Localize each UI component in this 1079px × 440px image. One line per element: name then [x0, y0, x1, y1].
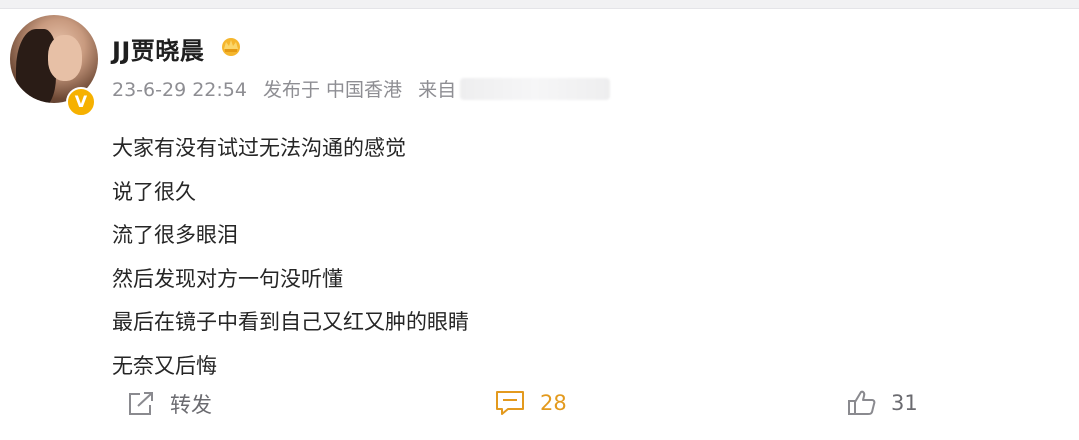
verified-v-icon: V [66, 87, 96, 117]
post-author-name[interactable]: JJ贾晓晨 [112, 31, 204, 66]
crown-icon [222, 38, 240, 56]
like-count: 31 [891, 391, 918, 415]
post-source-prefix: 来自 [418, 79, 457, 101]
blurred-source [460, 78, 611, 100]
post-line: 说了很久 [112, 179, 196, 204]
post-line: 然后发现对方一句没听懂 [112, 266, 343, 291]
comment-icon [496, 391, 524, 415]
post-content: 大家有没有试过无法沟通的感觉 说了很久 流了很多眼泪 然后发现对方一句没听懂 最… [112, 127, 469, 388]
post-location: 发布于 中国香港 [263, 79, 403, 101]
comment-button[interactable]: 28 [494, 389, 567, 417]
share-icon [129, 392, 153, 415]
comment-count: 28 [540, 391, 567, 415]
post-line: 无奈又后悔 [112, 353, 217, 378]
post-timestamp[interactable]: 23-6-29 22:54 [112, 79, 247, 101]
weibo-post-card: V JJ贾晓晨 23-6-29 22:54 发布于 中国香港 来自 大家有没有试… [0, 8, 1079, 440]
post-line: 最后在镜子中看到自己又红又肿的眼睛 [112, 310, 469, 334]
like-button[interactable]: 31 [847, 389, 918, 417]
avatar-face [48, 35, 82, 81]
repost-label: 转发 [170, 393, 212, 417]
post-line: 流了很多眼泪 [112, 223, 238, 247]
post-meta: 23-6-29 22:54 发布于 中国香港 来自 [112, 75, 620, 102]
thumbs-up-icon [848, 390, 876, 415]
repost-button[interactable]: 转发 [126, 389, 212, 419]
post-line: 大家有没有试过无法沟通的感觉 [112, 136, 406, 160]
